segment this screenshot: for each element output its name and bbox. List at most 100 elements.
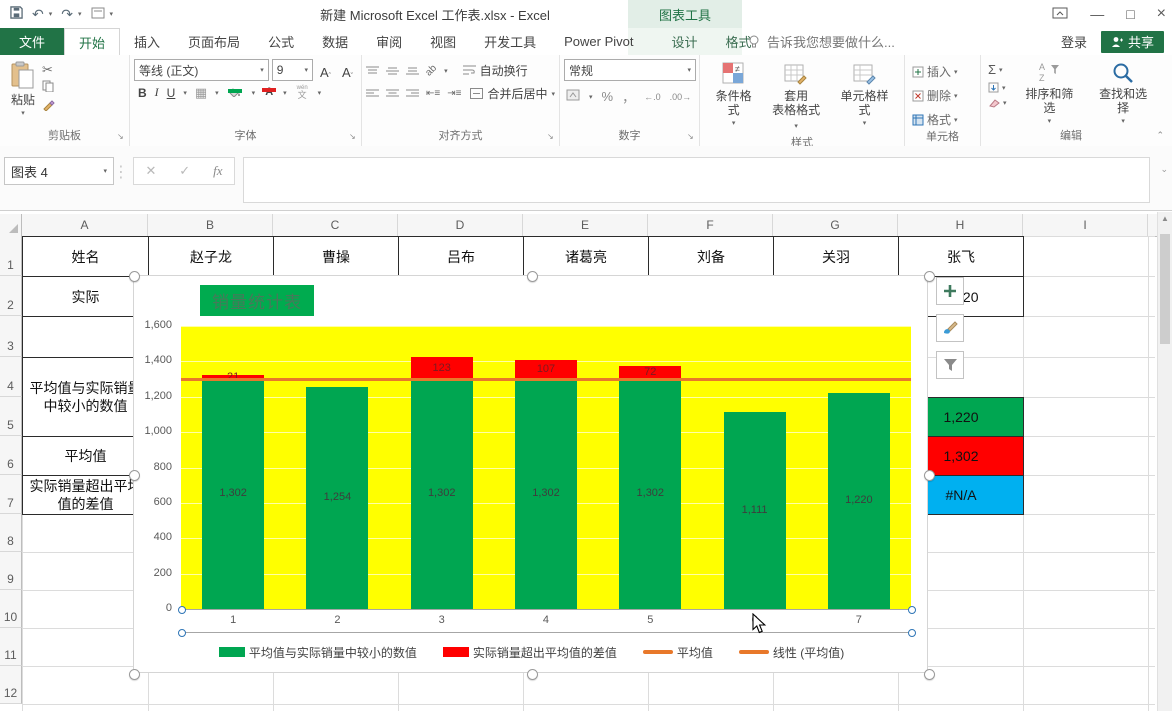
font-name-select[interactable]: 等线 (正文)▾ — [134, 59, 269, 81]
row-header-1[interactable]: 1 — [0, 236, 22, 276]
column-header-C[interactable]: C — [273, 214, 398, 236]
alignment-dialog-launcher-icon[interactable]: ↘ — [547, 133, 557, 143]
align-center-icon[interactable] — [386, 89, 399, 99]
decrease-decimal-icon[interactable]: .00→ — [670, 92, 692, 102]
paste-dropdown-icon[interactable]: ▾ — [21, 109, 25, 117]
x-axis-line[interactable] — [181, 609, 911, 610]
row-header-10[interactable]: 10 — [0, 590, 22, 628]
format-cells-button[interactable]: 格式▾ — [909, 109, 976, 130]
underline-button[interactable]: U — [167, 86, 176, 100]
borders-dropdown-icon[interactable]: ▾ — [215, 89, 219, 97]
legend-item[interactable]: 平均值与实际销量中较小的数值 — [219, 644, 417, 661]
sort-filter-button[interactable]: AZ 排序和筛选 ▾ — [1016, 59, 1084, 129]
chart-selection-handle[interactable] — [924, 470, 935, 481]
tab-chart-design[interactable]: 设计 — [658, 28, 712, 55]
percent-style-button[interactable]: % — [602, 89, 614, 104]
cell-row1-H[interactable]: 张飞 — [898, 236, 1024, 277]
axis-selection-handle[interactable] — [908, 629, 916, 637]
number-format-select[interactable]: 常规▾ — [564, 59, 696, 81]
close-button[interactable]: × — [1157, 6, 1166, 22]
fill-button[interactable]: ▾ — [985, 82, 1010, 93]
chart-styles-button[interactable] — [936, 314, 964, 342]
increase-font-icon[interactable]: Aˆ — [316, 60, 335, 80]
phonetic-dropdown-icon[interactable]: ▾ — [318, 89, 322, 97]
column-header-G[interactable]: G — [773, 214, 898, 236]
fill-color-dropdown-icon[interactable]: ▾ — [252, 89, 256, 97]
chart[interactable]: 销量统计表 02004006008001,0001,2001,4001,6001… — [133, 275, 928, 673]
find-select-button[interactable]: 查找和选择 ▾ — [1089, 59, 1157, 129]
underline-dropdown-icon[interactable]: ▾ — [183, 89, 187, 97]
number-dialog-launcher-icon[interactable]: ↘ — [687, 133, 697, 143]
paste-button[interactable]: 粘贴 ▾ — [4, 59, 42, 129]
tab-data[interactable]: 数据 — [308, 28, 362, 55]
tab-page-layout[interactable]: 页面布局 — [174, 28, 254, 55]
column-header-I[interactable]: I — [1023, 214, 1148, 236]
chart-selection-handle[interactable] — [527, 669, 538, 680]
row-header-5[interactable]: 5 — [0, 397, 22, 436]
font-color-dropdown-icon[interactable]: ▾ — [283, 89, 287, 97]
cell-a4-a5[interactable]: 平均值与实际销量中较小的数值 — [22, 357, 149, 437]
tab-review[interactable]: 审阅 — [362, 28, 416, 55]
cell-a3[interactable] — [22, 316, 149, 358]
tab-home[interactable]: 开始 — [64, 28, 120, 55]
tab-file[interactable]: 文件 — [0, 28, 64, 55]
phonetic-guide-button[interactable]: wén 文 — [295, 85, 310, 100]
undo-dropdown-icon[interactable]: ▾ — [49, 10, 53, 18]
increase-decimal-icon[interactable]: ←.0 — [644, 92, 661, 102]
chart-selection-handle[interactable] — [129, 470, 140, 481]
tab-power-pivot[interactable]: Power Pivot — [550, 28, 647, 55]
ribbon-display-options-icon[interactable] — [1052, 7, 1068, 21]
cell-a7[interactable]: 实际销量超出平均值的差值 — [22, 475, 149, 515]
align-middle-icon[interactable] — [386, 66, 399, 76]
accounting-format-icon[interactable] — [566, 89, 580, 104]
copy-icon[interactable] — [42, 80, 55, 95]
cell-row1-A[interactable]: 姓名 — [22, 236, 149, 277]
name-box-dropdown-icon[interactable]: ▾ — [103, 167, 107, 175]
chart-selection-handle[interactable] — [924, 271, 935, 282]
merge-center-button[interactable]: 合并后居中▾ — [470, 85, 555, 102]
format-as-table-button[interactable]: 套用表格格式 ▾ — [763, 59, 829, 136]
row-header-12[interactable]: 12 — [0, 666, 22, 704]
column-header-A[interactable]: A — [22, 214, 148, 236]
align-top-icon[interactable] — [366, 66, 379, 76]
column-header-E[interactable]: E — [523, 214, 648, 236]
cancel-icon[interactable]: ✕ — [145, 163, 156, 179]
italic-button[interactable]: I — [155, 85, 159, 100]
tab-insert[interactable]: 插入 — [120, 28, 174, 55]
column-header-F[interactable]: F — [648, 214, 773, 236]
row-header-9[interactable]: 9 — [0, 552, 22, 590]
conditional-formatting-button[interactable]: ≠ 条件格式 ▾ — [704, 59, 763, 136]
tab-formulas[interactable]: 公式 — [254, 28, 308, 55]
cell-row1-F[interactable]: 刘备 — [648, 236, 774, 277]
row-header-2[interactable]: 2 — [0, 276, 22, 316]
column-header-H[interactable]: H — [898, 214, 1023, 236]
column-header-D[interactable]: D — [398, 214, 523, 236]
row-header-7[interactable]: 7 — [0, 475, 22, 514]
insert-cells-button[interactable]: 插入▾ — [909, 61, 976, 82]
cell-row1-C[interactable]: 曹操 — [273, 236, 399, 277]
collapse-ribbon-icon[interactable]: ⌃ — [1156, 130, 1164, 141]
fill-color-button[interactable] — [227, 88, 244, 97]
qat-customize-icon[interactable]: ▾ — [110, 10, 114, 18]
chart-filters-button[interactable] — [936, 351, 964, 379]
align-bottom-icon[interactable] — [406, 66, 419, 76]
cut-icon[interactable]: ✂ — [42, 63, 55, 76]
chart-selection-handle[interactable] — [129, 669, 140, 680]
font-dialog-launcher-icon[interactable]: ↘ — [349, 133, 359, 143]
autosum-button[interactable]: Σ▾ — [985, 62, 1010, 77]
cell-styles-button[interactable]: 单元格样式 ▾ — [829, 59, 900, 136]
cell-row1-G[interactable]: 关羽 — [773, 236, 899, 277]
row-header-6[interactable]: 6 — [0, 436, 22, 475]
formula-bar-expand-icon[interactable]: ⌄ — [1160, 164, 1168, 175]
chart-selection-handle[interactable] — [129, 271, 140, 282]
chart-title[interactable]: 销量统计表 — [200, 285, 314, 316]
cell-a2[interactable]: 实际 — [22, 276, 149, 317]
save-icon[interactable] — [10, 6, 23, 22]
axis-selection-handle[interactable] — [908, 606, 916, 614]
cell-row1-E[interactable]: 诸葛亮 — [523, 236, 649, 277]
cell-row1-B[interactable]: 赵子龙 — [148, 236, 274, 277]
axis-selection-handle[interactable] — [178, 606, 186, 614]
comma-style-button[interactable]: ， — [622, 87, 635, 106]
cell-a6[interactable]: 平均值 — [22, 436, 149, 476]
minimize-button[interactable]: — — [1090, 7, 1104, 21]
